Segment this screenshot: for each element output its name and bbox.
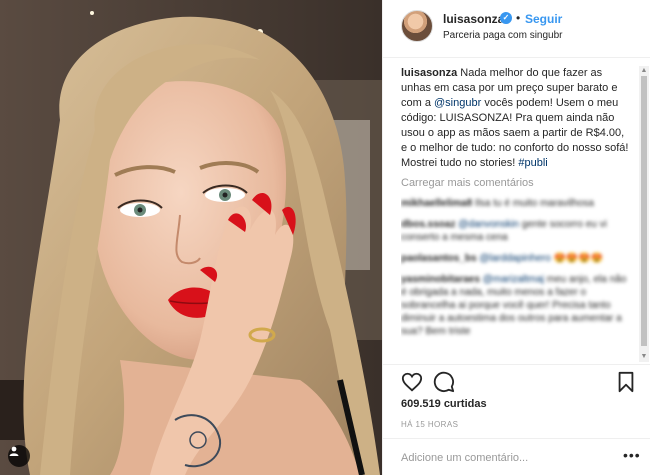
post-side-panel: luisasonza ✓ • Seguir Parceria paga com … bbox=[382, 0, 650, 475]
follow-button[interactable]: Seguir bbox=[525, 12, 562, 26]
author-avatar[interactable] bbox=[401, 10, 433, 42]
paid-partnership-label[interactable]: Parceria paga com singubr bbox=[443, 30, 563, 41]
scroll-up-arrow-icon[interactable]: ▲ bbox=[640, 67, 648, 75]
comment-item: dbos.ssoaz @danvonskin gente socorro eu … bbox=[401, 218, 633, 244]
comment-username[interactable]: paolasantos_bs bbox=[401, 253, 477, 264]
post-header: luisasonza ✓ • Seguir Parceria paga com … bbox=[383, 0, 650, 58]
comments-scrollbar[interactable]: ▲ ▼ bbox=[639, 66, 649, 362]
comment-text: 😍😍😍😍 bbox=[550, 253, 604, 264]
post-photo bbox=[0, 0, 382, 475]
comment-mention[interactable]: @marizaltmaj bbox=[483, 274, 544, 285]
scroll-down-arrow-icon[interactable]: ▼ bbox=[640, 353, 648, 361]
comment-item: mikhaellelima8 Ilsa tu é muito maravilho… bbox=[401, 197, 633, 210]
comment-input[interactable] bbox=[401, 449, 601, 467]
add-comment-bar: ••• bbox=[383, 438, 650, 475]
comments-section[interactable]: luisasonza Nada melhor do que fazer as u… bbox=[401, 66, 633, 362]
author-username[interactable]: luisasonza bbox=[443, 12, 504, 26]
comment-mention[interactable]: @danvonskin bbox=[458, 219, 519, 230]
caption-username[interactable]: luisasonza bbox=[401, 67, 457, 79]
post-timestamp[interactable]: HÁ 15 HORAS bbox=[401, 420, 458, 429]
more-options-icon[interactable]: ••• bbox=[623, 447, 641, 463]
comment-username[interactable]: mikhaellelima8 bbox=[401, 198, 472, 209]
comment-item: yasminobitaraes @marizaltmaj meu anjo, e… bbox=[401, 273, 633, 338]
header-separator: • bbox=[516, 11, 521, 25]
bookmark-icon[interactable] bbox=[615, 371, 637, 393]
likes-count[interactable]: 609.519 curtidas bbox=[401, 398, 487, 410]
comment-icon[interactable] bbox=[433, 371, 455, 393]
heart-icon[interactable] bbox=[401, 371, 423, 393]
comment-mention[interactable]: @larddapinhero bbox=[479, 253, 550, 264]
action-bar bbox=[383, 364, 650, 396]
tagged-user-icon[interactable] bbox=[8, 445, 30, 467]
post-image[interactable] bbox=[0, 0, 382, 475]
post-caption: luisasonza Nada melhor do que fazer as u… bbox=[401, 66, 633, 171]
verified-badge-icon: ✓ bbox=[500, 12, 512, 24]
scrollbar-thumb[interactable] bbox=[641, 76, 647, 346]
caption-hashtag[interactable]: #publi bbox=[518, 157, 547, 169]
caption-mention[interactable]: @singubr bbox=[434, 97, 481, 109]
comment-text: Ilsa tu é muito maravilhosa bbox=[472, 198, 594, 209]
user-icon bbox=[9, 446, 19, 456]
comment-username[interactable]: dbos.ssoaz bbox=[401, 219, 455, 230]
load-more-comments-button[interactable]: Carregar mais comentários bbox=[401, 177, 633, 189]
comment-item: paolasantos_bs @larddapinhero 😍😍😍😍 bbox=[401, 252, 633, 265]
comment-username[interactable]: yasminobitaraes bbox=[401, 274, 480, 285]
